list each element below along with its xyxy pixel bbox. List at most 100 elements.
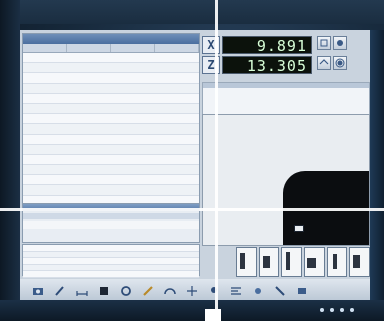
fit-tool-button[interactable] <box>250 283 265 298</box>
table-cell <box>105 175 143 184</box>
table-row[interactable] <box>23 175 199 186</box>
monitor-bezel-right <box>370 30 384 302</box>
thumbnail[interactable] <box>304 247 325 277</box>
thumbnail[interactable] <box>349 247 370 277</box>
x-readout: 9.891 <box>222 36 312 55</box>
table-row[interactable] <box>23 271 199 278</box>
table-cell <box>105 104 143 113</box>
table-cell <box>23 104 45 113</box>
table-row[interactable] <box>23 154 199 166</box>
info-panel-tabs[interactable] <box>203 83 369 88</box>
monitor-bezel-left <box>0 0 20 321</box>
table-cell <box>105 114 143 123</box>
table-cell <box>23 155 45 164</box>
table-cell <box>105 94 143 103</box>
pencil-tool-button[interactable] <box>140 283 155 298</box>
table-cell <box>143 114 185 123</box>
results-table[interactable] <box>22 244 200 278</box>
table-cell <box>143 145 185 154</box>
program-panel-row[interactable] <box>23 221 199 229</box>
table-cell <box>45 73 105 82</box>
align-icon <box>230 286 241 295</box>
table-row[interactable] <box>23 104 199 115</box>
table-cell <box>105 53 143 62</box>
hold-button[interactable] <box>333 36 347 50</box>
thumbnail[interactable] <box>326 247 348 277</box>
measure-tool-button[interactable] <box>74 283 89 298</box>
table-cell <box>23 165 45 174</box>
table-row[interactable] <box>23 265 199 272</box>
table-cell <box>105 124 143 133</box>
column-header[interactable] <box>155 44 199 52</box>
table-cell <box>45 124 105 133</box>
camera-view[interactable] <box>202 114 370 246</box>
probe-tool-button[interactable] <box>52 283 67 298</box>
thumbnail[interactable] <box>258 247 280 277</box>
table-row[interactable] <box>23 63 199 74</box>
camera-tool-button[interactable] <box>30 283 45 298</box>
table-row[interactable] <box>23 145 199 155</box>
table-cell <box>105 63 143 72</box>
table-cell <box>23 185 45 194</box>
monitor-buttons <box>320 308 354 312</box>
arc-tool-button[interactable] <box>162 283 177 298</box>
feature-table[interactable] <box>22 33 200 227</box>
table-row[interactable] <box>23 53 199 64</box>
table-cell <box>143 155 185 164</box>
vertical-divider <box>215 0 218 321</box>
crosshair-tool-button[interactable] <box>184 283 199 298</box>
table-cell <box>45 175 105 184</box>
column-header[interactable] <box>67 44 111 52</box>
table-row[interactable] <box>23 114 199 125</box>
align-tool-button[interactable] <box>228 283 243 298</box>
table-cell <box>45 84 105 93</box>
zero-button[interactable] <box>317 36 331 50</box>
thumbnail-strip <box>236 247 370 277</box>
light-tool-button[interactable] <box>206 283 221 298</box>
table-cell <box>23 135 45 144</box>
tool-tool-button[interactable] <box>272 283 287 298</box>
horizontal-divider <box>0 208 384 211</box>
monitor-button[interactable] <box>320 308 324 312</box>
table-row[interactable] <box>23 258 199 265</box>
table-row[interactable] <box>23 252 199 259</box>
table-row[interactable] <box>23 84 199 94</box>
z-readout: 13.305 <box>222 56 312 75</box>
view-cursor[interactable] <box>294 225 304 232</box>
table-row[interactable] <box>23 93 199 104</box>
square-tool-button[interactable] <box>96 283 111 298</box>
table-cell <box>105 84 143 93</box>
arc-icon <box>163 287 176 294</box>
table-row[interactable] <box>23 73 199 84</box>
info-panel <box>202 82 370 116</box>
table-row[interactable] <box>23 245 199 252</box>
feature-table-header <box>23 44 199 53</box>
table-cell <box>105 185 143 194</box>
monitor-button[interactable] <box>350 308 354 312</box>
column-header[interactable] <box>111 44 155 52</box>
table-row[interactable] <box>23 124 199 135</box>
home-icon <box>319 59 329 65</box>
table-cell <box>45 135 105 144</box>
settings-tool-button[interactable] <box>294 283 309 298</box>
table-row[interactable] <box>23 134 199 145</box>
column-header[interactable] <box>23 44 67 52</box>
camera-icon <box>32 287 43 295</box>
tool-icon <box>274 285 285 296</box>
feature-table-body <box>23 53 199 227</box>
home-button[interactable] <box>317 56 331 70</box>
monitor-button[interactable] <box>340 308 344 312</box>
thumbnail[interactable] <box>236 247 257 277</box>
table-cell <box>105 135 143 144</box>
gear-tool-button[interactable] <box>118 283 133 298</box>
table-row[interactable] <box>23 185 199 196</box>
table-row[interactable] <box>23 165 199 176</box>
table-cell <box>143 73 185 82</box>
config-button[interactable] <box>333 56 347 70</box>
thumbnail[interactable] <box>281 247 303 277</box>
feature-table-titlebar <box>23 34 199 44</box>
white-marker <box>205 309 221 321</box>
table-cell <box>23 53 45 62</box>
monitor-button[interactable] <box>330 308 334 312</box>
table-cell <box>45 104 105 113</box>
